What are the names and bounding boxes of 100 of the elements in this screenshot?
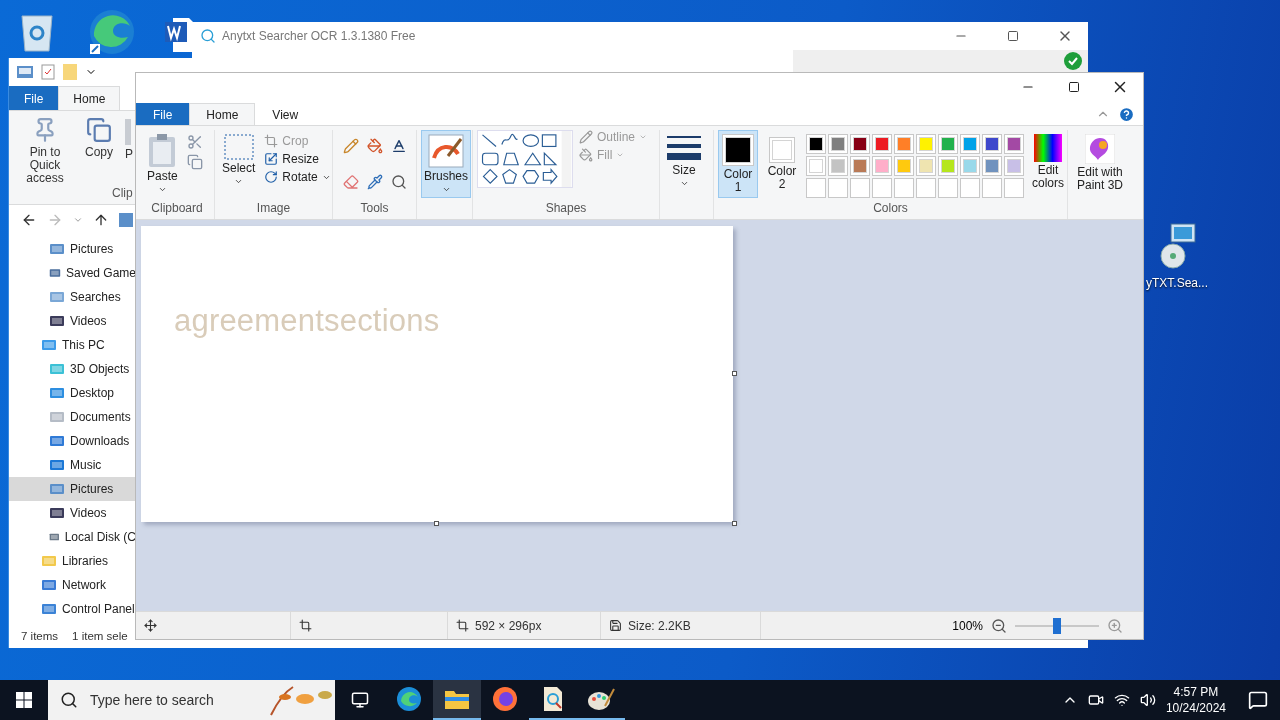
ribbon-button[interactable]: Copy: [85, 117, 113, 159]
caret-icon: [157, 185, 167, 194]
installer-icon[interactable]: [1157, 222, 1197, 270]
group-label: Clip: [112, 186, 133, 200]
spectrum-icon: [1034, 134, 1062, 162]
maximize-icon[interactable]: [1007, 30, 1019, 42]
notification-icon[interactable]: [1248, 690, 1268, 710]
picture-icon[interactable]: [17, 66, 33, 78]
paste-button[interactable]: Paste: [144, 130, 181, 198]
pictures-icon: [49, 241, 65, 257]
help-icon[interactable]: [1118, 105, 1135, 123]
nav-item[interactable]: Network: [9, 573, 136, 597]
browser-icon: [492, 686, 518, 712]
taskbar-app[interactable]: [433, 680, 481, 720]
image-tool-button[interactable]: Rotate: [264, 170, 331, 184]
nav-item[interactable]: Local Disk (C: [9, 525, 136, 549]
zoom-in-icon[interactable]: [1107, 617, 1123, 634]
nav-item[interactable]: Videos: [9, 501, 136, 525]
nav-item[interactable]: Music: [9, 453, 136, 477]
resize-handle[interactable]: [732, 371, 737, 376]
properties-icon[interactable]: [41, 64, 55, 80]
brushes-button[interactable]: Brushes: [421, 130, 472, 198]
move-icon: [144, 619, 157, 632]
text-tool-icon[interactable]: [391, 138, 407, 154]
ribbon-tab[interactable]: View: [255, 103, 316, 125]
copy-icon[interactable]: [186, 154, 203, 170]
empty-swatch[interactable]: [916, 178, 936, 198]
browser-icon: [396, 686, 422, 712]
rotate-icon: [264, 170, 279, 184]
zoom-out-icon[interactable]: [991, 617, 1007, 634]
start-icon[interactable]: [16, 692, 32, 708]
zoom-text: 100%: [952, 618, 983, 633]
copy-icon: [86, 117, 112, 143]
ribbon-tab[interactable]: Home: [58, 86, 121, 110]
magnifier-icon[interactable]: [391, 173, 407, 190]
image-tool-button[interactable]: Resize: [264, 152, 331, 166]
up-icon[interactable]: [93, 212, 109, 228]
color-picker-icon[interactable]: [367, 173, 383, 190]
nav-item[interactable]: 3D Objects: [9, 357, 136, 381]
nav-item[interactable]: Saved Game: [9, 261, 136, 285]
empty-swatch[interactable]: [938, 178, 958, 198]
browser-shortcut-icon[interactable]: [88, 8, 136, 56]
empty-swatch[interactable]: [1004, 178, 1024, 198]
maximize-icon[interactable]: [1068, 81, 1080, 93]
nav-item[interactable]: Libraries: [9, 549, 136, 573]
resize-icon: [264, 152, 279, 166]
paint-3d-button[interactable]: Edit with Paint 3D: [1072, 130, 1128, 196]
empty-swatch[interactable]: [806, 178, 826, 198]
crop-icon: [264, 134, 279, 148]
nav-item[interactable]: Documents: [9, 405, 136, 429]
nav-item[interactable]: Downloads: [9, 429, 136, 453]
edit-colors-button[interactable]: Edit colors: [1028, 130, 1068, 194]
folder-icon: [444, 688, 470, 710]
search-field[interactable]: Type here to search: [48, 680, 335, 720]
ribbon-tab[interactable]: File: [136, 103, 190, 125]
nav-item[interactable]: Control Panel: [9, 597, 136, 621]
clock[interactable]: 4:57 PM 10/24/2024: [1165, 684, 1226, 716]
group-label: Colors: [872, 201, 909, 217]
task-view-icon[interactable]: [351, 691, 369, 709]
ribbon-tab[interactable]: Home: [189, 103, 256, 125]
pc-icon: [41, 337, 57, 353]
color-slot-button[interactable]: Color 2: [762, 130, 802, 195]
desktop-icon: [49, 385, 65, 401]
save-icon: [609, 619, 622, 632]
nav-item[interactable]: Videos: [9, 309, 136, 333]
nav-item[interactable]: Desktop: [9, 381, 136, 405]
empty-swatch[interactable]: [872, 178, 892, 198]
empty-swatch[interactable]: [960, 178, 980, 198]
color-slot-button[interactable]: Color 1: [718, 130, 758, 198]
status-text: 7 items: [21, 630, 59, 642]
caret-icon[interactable]: [73, 215, 83, 225]
empty-swatch[interactable]: [828, 178, 848, 198]
nav-item[interactable]: Pictures: [9, 237, 136, 261]
fill-bucket-icon[interactable]: [367, 138, 383, 154]
nav-item[interactable]: This PC: [9, 333, 136, 357]
document-icon[interactable]: [165, 18, 195, 52]
back-icon[interactable]: [21, 212, 37, 228]
nav-item[interactable]: Pictures: [9, 477, 136, 501]
shapes-gallery[interactable]: [477, 130, 573, 188]
camera-icon[interactable]: [1087, 692, 1104, 708]
empty-swatch[interactable]: [894, 178, 914, 198]
ribbon-tab[interactable]: File: [9, 86, 59, 110]
brush-icon: [428, 134, 464, 168]
resize-handle[interactable]: [732, 521, 737, 526]
volume-icon[interactable]: [1139, 692, 1156, 708]
empty-swatch[interactable]: [850, 178, 870, 198]
select-button[interactable]: Select: [219, 130, 259, 190]
palette-icon: [587, 686, 615, 712]
slider-thumb[interactable]: [1053, 617, 1061, 634]
eraser-icon[interactable]: [343, 173, 359, 190]
ribbon-button[interactable]: P: [125, 117, 133, 161]
ribbon-button[interactable]: Pin to Quick access: [13, 117, 77, 185]
canvas-text: agreementsections: [174, 303, 440, 338]
resize-handle[interactable]: [434, 521, 439, 526]
size-button[interactable]: Size: [664, 130, 704, 192]
nav-item[interactable]: Searches: [9, 285, 136, 309]
cut-icon[interactable]: [186, 134, 203, 150]
pencil-icon[interactable]: [343, 138, 359, 154]
empty-swatch[interactable]: [982, 178, 1002, 198]
document-search-icon: [542, 686, 564, 712]
